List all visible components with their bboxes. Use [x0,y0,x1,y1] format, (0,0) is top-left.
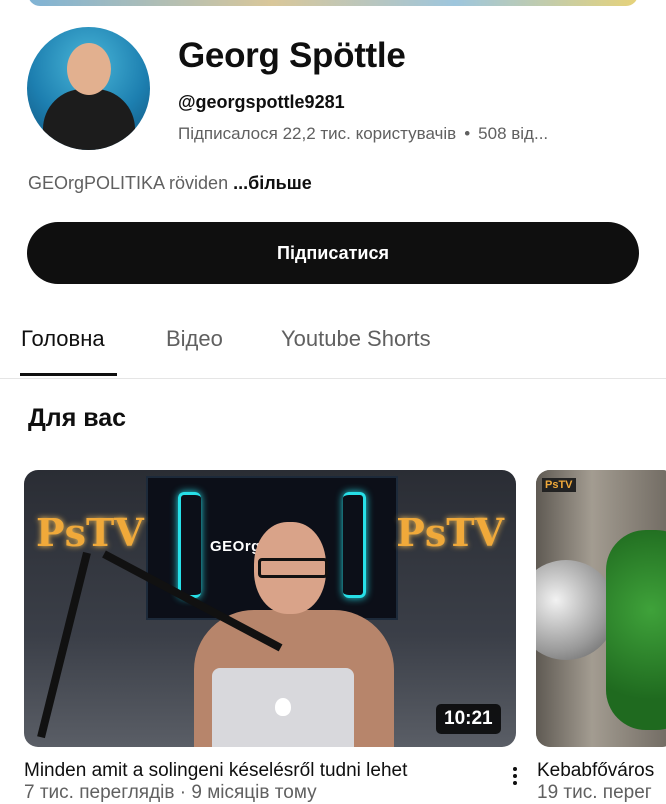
video-duration-badge: 10:21 [436,704,501,734]
avatar-figure-head [67,43,111,95]
neon-bracket-right [343,492,366,598]
mic-stand [37,551,91,739]
video-title-1[interactable]: Minden amit a solingeni késelésről tudni… [24,760,407,782]
laptop [212,668,354,747]
pstv-logo-right: PsTV [396,510,504,555]
presenter-glasses [258,558,328,578]
video-count: 508 від... [478,124,549,143]
active-tab-indicator [20,373,117,376]
section-title: Для вас [28,404,127,432]
video-title-2[interactable]: Kebabfőváros [537,760,654,782]
subscribe-button[interactable]: Підписатися [27,222,639,284]
apple-logo-icon [275,698,291,716]
description-more-link[interactable]: ...більше [233,173,312,193]
video-meta-2: 19 тис. перег [537,782,652,803]
video-more-options-icon[interactable] [510,764,520,794]
channel-tabs: Головна Відео Youtube Shorts [0,318,666,378]
tab-shorts[interactable]: Youtube Shorts [281,326,431,352]
avatar-figure-body [43,89,135,150]
pstv-logo-left: PsTV [36,510,144,555]
stats-separator: • [464,124,471,143]
channel-stats[interactable]: Підписалося 22,2 тис. користувачів • 508 в… [178,124,548,144]
pstv-badge: PsTV [542,478,576,492]
channel-banner [28,0,638,6]
video-meta-1: 7 тис. переглядів · 9 місяців тому [24,782,317,803]
video-thumbnail-2[interactable]: PsTV [536,470,666,747]
channel-handle: @georgspottle9281 [178,92,345,112]
neon-bracket-left [178,492,201,598]
channel-avatar[interactable] [27,27,150,150]
channel-name: Georg Spöttle [178,36,406,75]
channel-description[interactable]: GEOrgPOLITIKA röviden ...більше [28,173,312,194]
tabs-divider [0,378,666,379]
thumb2-plant [606,530,666,730]
tab-videos[interactable]: Відео [166,326,223,352]
tab-home[interactable]: Головна [21,326,105,352]
subscriber-count: Підписалося 22,2 тис. користувачів [178,124,457,143]
description-text: GEOrgPOLITIKA röviden [28,173,229,193]
